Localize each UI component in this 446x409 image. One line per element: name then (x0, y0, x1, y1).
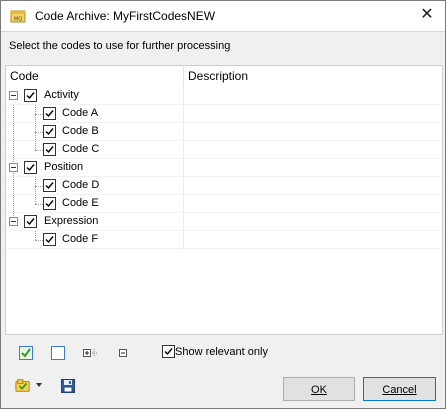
collapse-node-icon[interactable] (9, 217, 18, 226)
code-archive-dialog: MQ Code Archive: MyFirstCodesNEW ✕ Selec… (0, 0, 446, 409)
check-all-icon[interactable] (18, 345, 34, 361)
tree-node-code-f[interactable]: Code F (6, 231, 442, 249)
row-separator (6, 248, 442, 249)
close-icon[interactable]: ✕ (419, 7, 435, 23)
code-tree: Code Description Activity Code A Code B … (5, 65, 443, 335)
window-title: Code Archive: MyFirstCodesNEW (35, 9, 216, 23)
app-icon: MQ (10, 10, 26, 23)
uncheck-all-icon[interactable] (50, 345, 66, 361)
cancel-button-label: Cancel (382, 384, 417, 396)
tree-node-code-d[interactable]: Code D (6, 177, 442, 195)
expand-all-icon[interactable] (82, 345, 98, 361)
tree-node-code-b[interactable]: Code B (6, 123, 442, 141)
column-header-code[interactable]: Code (6, 66, 184, 86)
title-bar: MQ Code Archive: MyFirstCodesNEW ✕ (1, 1, 445, 32)
collapse-node-icon[interactable] (9, 91, 18, 100)
show-relevant-label[interactable]: Show relevant only (175, 346, 268, 358)
node-label: Code F (62, 233, 99, 245)
tree-node-expression[interactable]: Expression (6, 213, 442, 231)
node-checkbox[interactable] (43, 143, 56, 156)
instruction-text: Select the codes to use for further proc… (9, 40, 231, 52)
tree-node-position[interactable]: Position (6, 159, 442, 177)
node-checkbox[interactable] (24, 89, 37, 102)
node-label: Expression (44, 215, 99, 227)
node-label: Code C (62, 143, 100, 155)
node-label: Code A (62, 107, 99, 119)
cancel-button[interactable]: Cancel (363, 377, 436, 401)
node-label: Code E (62, 197, 99, 209)
node-checkbox[interactable] (43, 179, 56, 192)
collapse-all-icon[interactable] (114, 345, 130, 361)
node-checkbox[interactable] (24, 161, 37, 174)
node-checkbox[interactable] (43, 197, 56, 210)
code-archive-menu-icon[interactable] (15, 378, 31, 394)
node-checkbox[interactable] (43, 107, 56, 120)
node-label: Activity (44, 89, 79, 101)
show-relevant-checkbox[interactable] (162, 345, 175, 358)
tree-node-activity[interactable]: Activity (6, 87, 442, 105)
svg-text:MQ: MQ (14, 17, 22, 23)
tree-node-code-c[interactable]: Code C (6, 141, 442, 159)
node-checkbox[interactable] (24, 215, 37, 228)
dropdown-arrow-icon[interactable] (36, 383, 42, 387)
column-header-description[interactable]: Description (184, 66, 442, 86)
ok-button-label: OK (311, 384, 327, 396)
tree-node-code-a[interactable]: Code A (6, 105, 442, 123)
ok-button[interactable]: OK (283, 377, 355, 401)
node-label: Code D (62, 179, 100, 191)
tree-node-code-e[interactable]: Code E (6, 195, 442, 213)
node-checkbox[interactable] (43, 125, 56, 138)
node-label: Code B (62, 125, 99, 137)
node-checkbox[interactable] (43, 233, 56, 246)
save-icon[interactable] (60, 378, 76, 394)
node-label: Position (44, 161, 84, 173)
collapse-node-icon[interactable] (9, 163, 18, 172)
